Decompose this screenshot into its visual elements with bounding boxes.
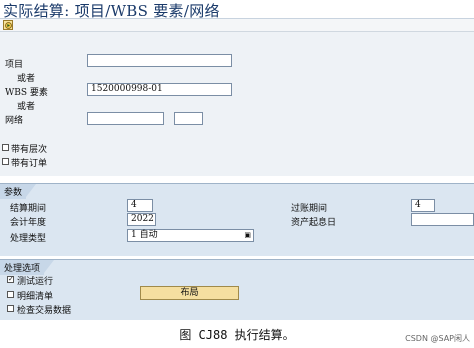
processing-options-group-title: 处理选项 [0, 260, 55, 275]
page-title: 实际结算: 项目/WBS 要素/网络 [3, 2, 220, 20]
watermark: CSDN @SAP闲人 [405, 334, 470, 343]
dropdown-icon[interactable]: ▣ [244, 230, 251, 241]
or-label: 或者 [17, 74, 36, 84]
detail-list-checkbox[interactable] [7, 291, 14, 298]
posting-period-label: 过账期间 [291, 204, 328, 214]
check-trans-data-checkbox[interactable] [7, 305, 14, 312]
project-field[interactable] [87, 54, 232, 67]
network-activity-field[interactable] [174, 112, 203, 125]
wbs-field[interactable]: 1520000998-01 [87, 83, 232, 96]
test-run-label: 测试运行 [17, 277, 54, 287]
test-run-checkbox[interactable]: ✓ [7, 276, 14, 283]
layout-button[interactable]: 布局 [140, 286, 239, 300]
asset-value-date-label: 资产起息日 [291, 218, 337, 228]
parameters-group [0, 183, 474, 256]
wbs-label: WBS 要素 [5, 88, 48, 98]
posting-period-field[interactable]: 4 [411, 199, 435, 212]
figure-caption: 图 CJ88 执行结算。 [179, 328, 295, 342]
settlement-period-label: 结算期间 [10, 204, 47, 214]
toolbar [0, 19, 474, 32]
with-hierarchy-checkbox[interactable] [2, 144, 9, 151]
selection-area [0, 32, 474, 176]
parameters-group-title: 参数 [0, 184, 37, 199]
network-field[interactable] [87, 112, 164, 125]
detail-list-label: 明细清单 [17, 292, 54, 302]
project-label: 项目 [5, 60, 24, 70]
asset-value-date-field[interactable] [411, 213, 474, 226]
execute-icon [5, 22, 12, 29]
processing-type-select[interactable]: 1 自动 ▣ [127, 229, 254, 242]
processing-type-value: 1 自动 [131, 230, 158, 240]
with-hierarchy-label: 带有层次 [11, 145, 48, 155]
settlement-period-field[interactable]: 4 [127, 199, 153, 212]
check-trans-data-label: 检查交易数据 [17, 306, 72, 316]
processing-type-label: 处理类型 [10, 234, 47, 244]
with-orders-checkbox[interactable] [2, 158, 9, 165]
fiscal-year-field[interactable]: 2022 [127, 213, 156, 226]
fiscal-year-label: 会计年度 [10, 218, 47, 228]
with-orders-label: 带有订单 [11, 159, 48, 169]
execute-button[interactable] [3, 20, 13, 30]
or-label: 或者 [17, 102, 36, 112]
network-label: 网络 [5, 116, 24, 126]
